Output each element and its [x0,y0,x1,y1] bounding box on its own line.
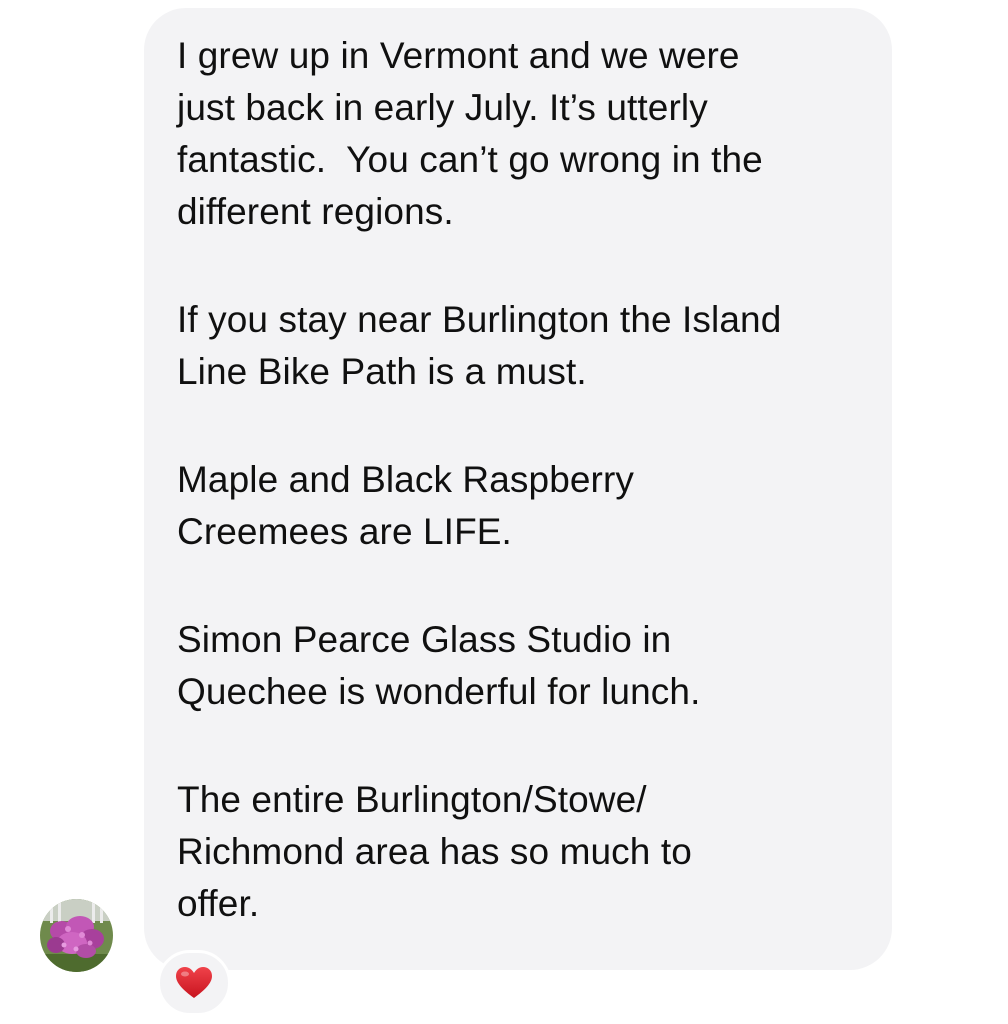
heart-reaction[interactable] [157,950,231,1016]
message-paragraph: Simon Pearce Glass Studio in Quechee is … [177,619,701,712]
flower-photo-avatar-icon [40,899,113,972]
message-paragraph: If you stay near Burlington the Island L… [177,299,782,392]
message-paragraph: I grew up in Vermont and we were just ba… [177,35,763,232]
sender-avatar[interactable] [40,899,113,972]
message-paragraph: Maple and Black Raspberry Creemees are L… [177,459,634,552]
message-bubble[interactable]: I grew up in Vermont and we were just ba… [144,8,892,970]
message-paragraph: The entire Burlington/Stowe/ Richmond ar… [177,779,692,924]
red-heart-icon [176,967,212,998]
